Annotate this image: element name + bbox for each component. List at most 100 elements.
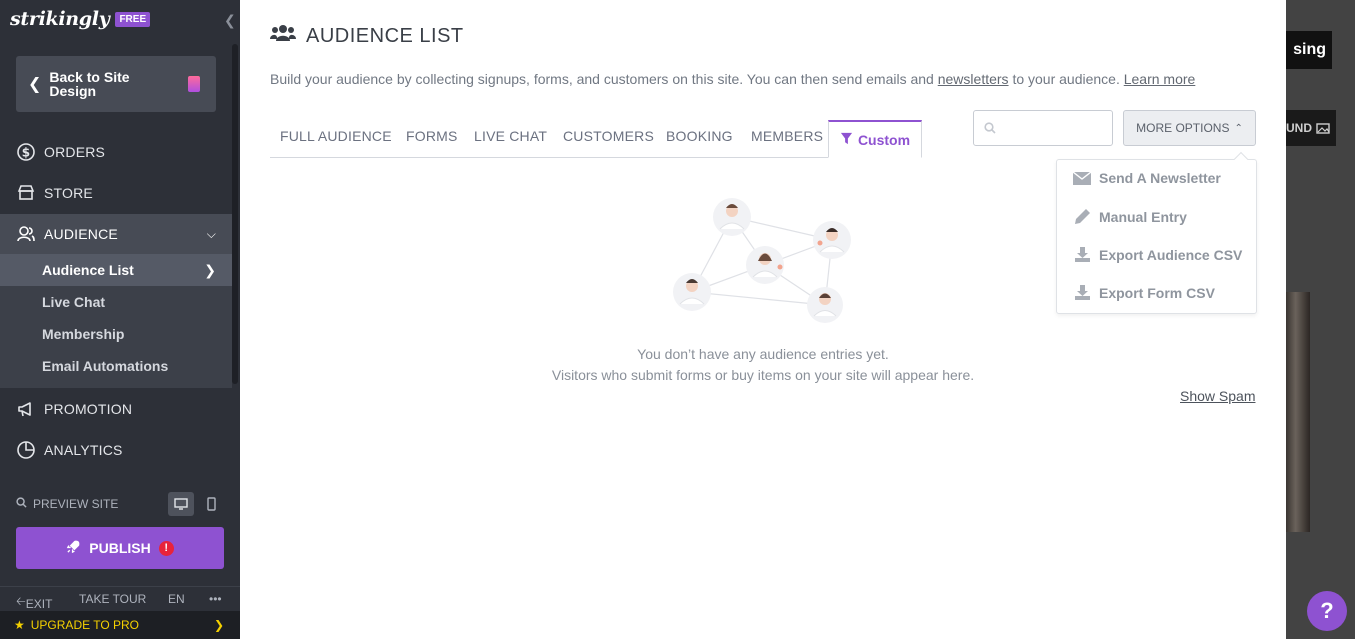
tab-members[interactable]: MEMBERS bbox=[751, 128, 823, 144]
sub-label: Membership bbox=[42, 326, 125, 342]
audience-icon bbox=[16, 224, 36, 244]
more-menu-button[interactable]: ••• bbox=[209, 592, 222, 606]
nav-item-analytics[interactable]: ANALYTICS bbox=[0, 430, 232, 470]
language-button[interactable]: EN bbox=[168, 592, 185, 606]
star-icon: ★ bbox=[14, 618, 25, 632]
sidebar: strikingly FREE ❮ ❮ Back to Site Design … bbox=[0, 0, 240, 639]
nav-label: STORE bbox=[44, 185, 93, 201]
learn-more-link[interactable]: Learn more bbox=[1124, 71, 1196, 87]
publish-label: PUBLISH bbox=[89, 540, 151, 556]
empty-state-description: Visitors who submit forms or buy items o… bbox=[551, 367, 975, 383]
audience-main-panel: AUDIENCE LIST Build your audience by col… bbox=[240, 0, 1286, 639]
alert-icon: ! bbox=[158, 540, 174, 556]
nav-item-store[interactable]: STORE bbox=[0, 173, 232, 213]
upgrade-label: UPGRADE TO PRO bbox=[30, 618, 140, 632]
preview-image bbox=[1286, 292, 1310, 532]
sidebar-item-email-automations[interactable]: Email Automations bbox=[0, 350, 232, 382]
svg-text:$: $ bbox=[22, 146, 31, 160]
nav-label: AUDIENCE bbox=[44, 226, 118, 242]
sidebar-footer: 🡠 EXIT TAKE TOUR EN ••• bbox=[0, 586, 240, 613]
tab-live-chat[interactable]: LIVE CHAT bbox=[474, 128, 547, 144]
search-icon bbox=[984, 121, 996, 139]
nav-item-orders[interactable]: $ ORDERS bbox=[0, 132, 232, 172]
person-avatar-icon bbox=[673, 198, 851, 323]
preview-site-link[interactable]: PREVIEW SITE bbox=[33, 497, 118, 511]
search-input[interactable] bbox=[1002, 117, 1106, 139]
publish-button[interactable]: PUBLISH ! bbox=[16, 527, 224, 569]
menu-item-manual-entry[interactable]: Manual Entry bbox=[1073, 208, 1187, 225]
menu-item-label: Export Audience CSV bbox=[1099, 246, 1243, 263]
empty-state-title: You don’t have any audience entries yet. bbox=[637, 346, 889, 362]
tab-custom[interactable]: Custom bbox=[828, 120, 922, 158]
download-icon bbox=[1073, 284, 1091, 301]
chevron-up-icon: ⌃ bbox=[1234, 122, 1243, 134]
filter-icon bbox=[840, 132, 853, 148]
exit-button[interactable]: 🡠 EXIT bbox=[16, 592, 52, 613]
help-button[interactable]: ? bbox=[1307, 591, 1347, 631]
tab-full-audience[interactable]: FULL AUDIENCE bbox=[280, 128, 392, 144]
back-to-site-design-button[interactable]: ❮ Back to Site Design bbox=[16, 56, 216, 112]
sidebar-scrollbar[interactable] bbox=[232, 44, 238, 384]
mobile-view-button[interactable] bbox=[198, 492, 224, 516]
download-icon bbox=[1073, 246, 1091, 263]
chevron-left-icon: ❮ bbox=[28, 76, 42, 93]
menu-item-export-form-csv[interactable]: Export Form CSV bbox=[1073, 284, 1215, 301]
strikingly-logo: strikingly bbox=[10, 8, 110, 30]
rocket-icon bbox=[66, 539, 81, 557]
preview-background-label: UND bbox=[1286, 121, 1312, 135]
nav-item-promotion[interactable]: PROMOTION bbox=[0, 389, 232, 429]
brand[interactable]: strikingly FREE bbox=[10, 8, 151, 30]
newsletters-link[interactable]: newsletters bbox=[938, 71, 1009, 87]
intro-text: Build your audience by collecting signup… bbox=[270, 71, 1195, 87]
plan-badge: FREE bbox=[115, 11, 151, 27]
audience-tabs: FULL AUDIENCE FORMS LIVE CHAT CUSTOMERS … bbox=[270, 118, 922, 158]
more-options-dropdown: Send A Newsletter Manual Entry Export Au… bbox=[1056, 151, 1257, 314]
site-design-icon bbox=[188, 76, 200, 92]
back-button-label: Back to Site Design bbox=[49, 69, 130, 99]
sidebar-item-live-chat[interactable]: Live Chat bbox=[0, 286, 232, 318]
tab-forms[interactable]: FORMS bbox=[406, 128, 458, 144]
desktop-icon bbox=[174, 498, 188, 510]
search-icon bbox=[16, 497, 27, 511]
intro-middle: to your audience. bbox=[1012, 71, 1120, 87]
sub-label: Email Automations bbox=[42, 358, 169, 374]
pencil-icon bbox=[1073, 208, 1091, 225]
menu-item-send-newsletter[interactable]: Send A Newsletter bbox=[1073, 170, 1221, 186]
tab-booking[interactable]: BOOKING bbox=[666, 128, 733, 144]
desktop-view-button[interactable] bbox=[168, 492, 194, 516]
collapse-sidebar-icon[interactable]: ❮ bbox=[224, 12, 236, 29]
dollar-circle-icon: $ bbox=[16, 142, 36, 162]
preview-site-row: PREVIEW SITE bbox=[16, 492, 224, 516]
page-title-text: AUDIENCE LIST bbox=[306, 24, 464, 47]
store-icon bbox=[16, 183, 36, 203]
tab-custom-label: Custom bbox=[857, 131, 911, 148]
chevron-down-icon: ⌵ bbox=[206, 226, 216, 241]
chevron-right-icon: ❯ bbox=[213, 618, 224, 632]
tab-customers[interactable]: CUSTOMERS bbox=[563, 128, 654, 144]
image-icon bbox=[1316, 122, 1330, 134]
audience-submenu: Audience List ❯ Live Chat Membership Ema… bbox=[0, 254, 232, 388]
show-spam-link[interactable]: Show Spam bbox=[1180, 388, 1255, 404]
sub-label: Live Chat bbox=[42, 294, 106, 310]
nav-item-audience[interactable]: AUDIENCE ⌵ bbox=[0, 214, 232, 254]
envelope-icon bbox=[1073, 171, 1091, 185]
dropdown-arrow bbox=[1233, 151, 1249, 167]
mobile-icon bbox=[206, 497, 216, 511]
take-tour-button[interactable]: TAKE TOUR bbox=[79, 592, 146, 606]
page-title: AUDIENCE LIST bbox=[270, 24, 464, 48]
intro-body: Build your audience by collecting signup… bbox=[270, 71, 934, 87]
users-icon bbox=[270, 24, 296, 48]
preview-site-button: sing bbox=[1286, 31, 1332, 69]
nav-label: ORDERS bbox=[44, 144, 106, 160]
preview-background-button: UND bbox=[1286, 110, 1336, 146]
sidebar-item-membership[interactable]: Membership bbox=[0, 318, 232, 350]
sidebar-item-audience-list[interactable]: Audience List ❯ bbox=[0, 254, 232, 286]
more-options-label: MORE OPTIONS bbox=[1136, 121, 1230, 135]
megaphone-icon bbox=[16, 399, 36, 419]
menu-item-export-audience-csv[interactable]: Export Audience CSV bbox=[1073, 246, 1242, 263]
menu-item-label: Manual Entry bbox=[1099, 208, 1187, 225]
more-options-button[interactable]: MORE OPTIONS ⌃ bbox=[1123, 110, 1256, 146]
exit-label: EXIT bbox=[25, 597, 53, 611]
upgrade-to-pro-button[interactable]: ★ UPGRADE TO PRO ❯ bbox=[0, 611, 240, 639]
search-box bbox=[973, 110, 1113, 146]
